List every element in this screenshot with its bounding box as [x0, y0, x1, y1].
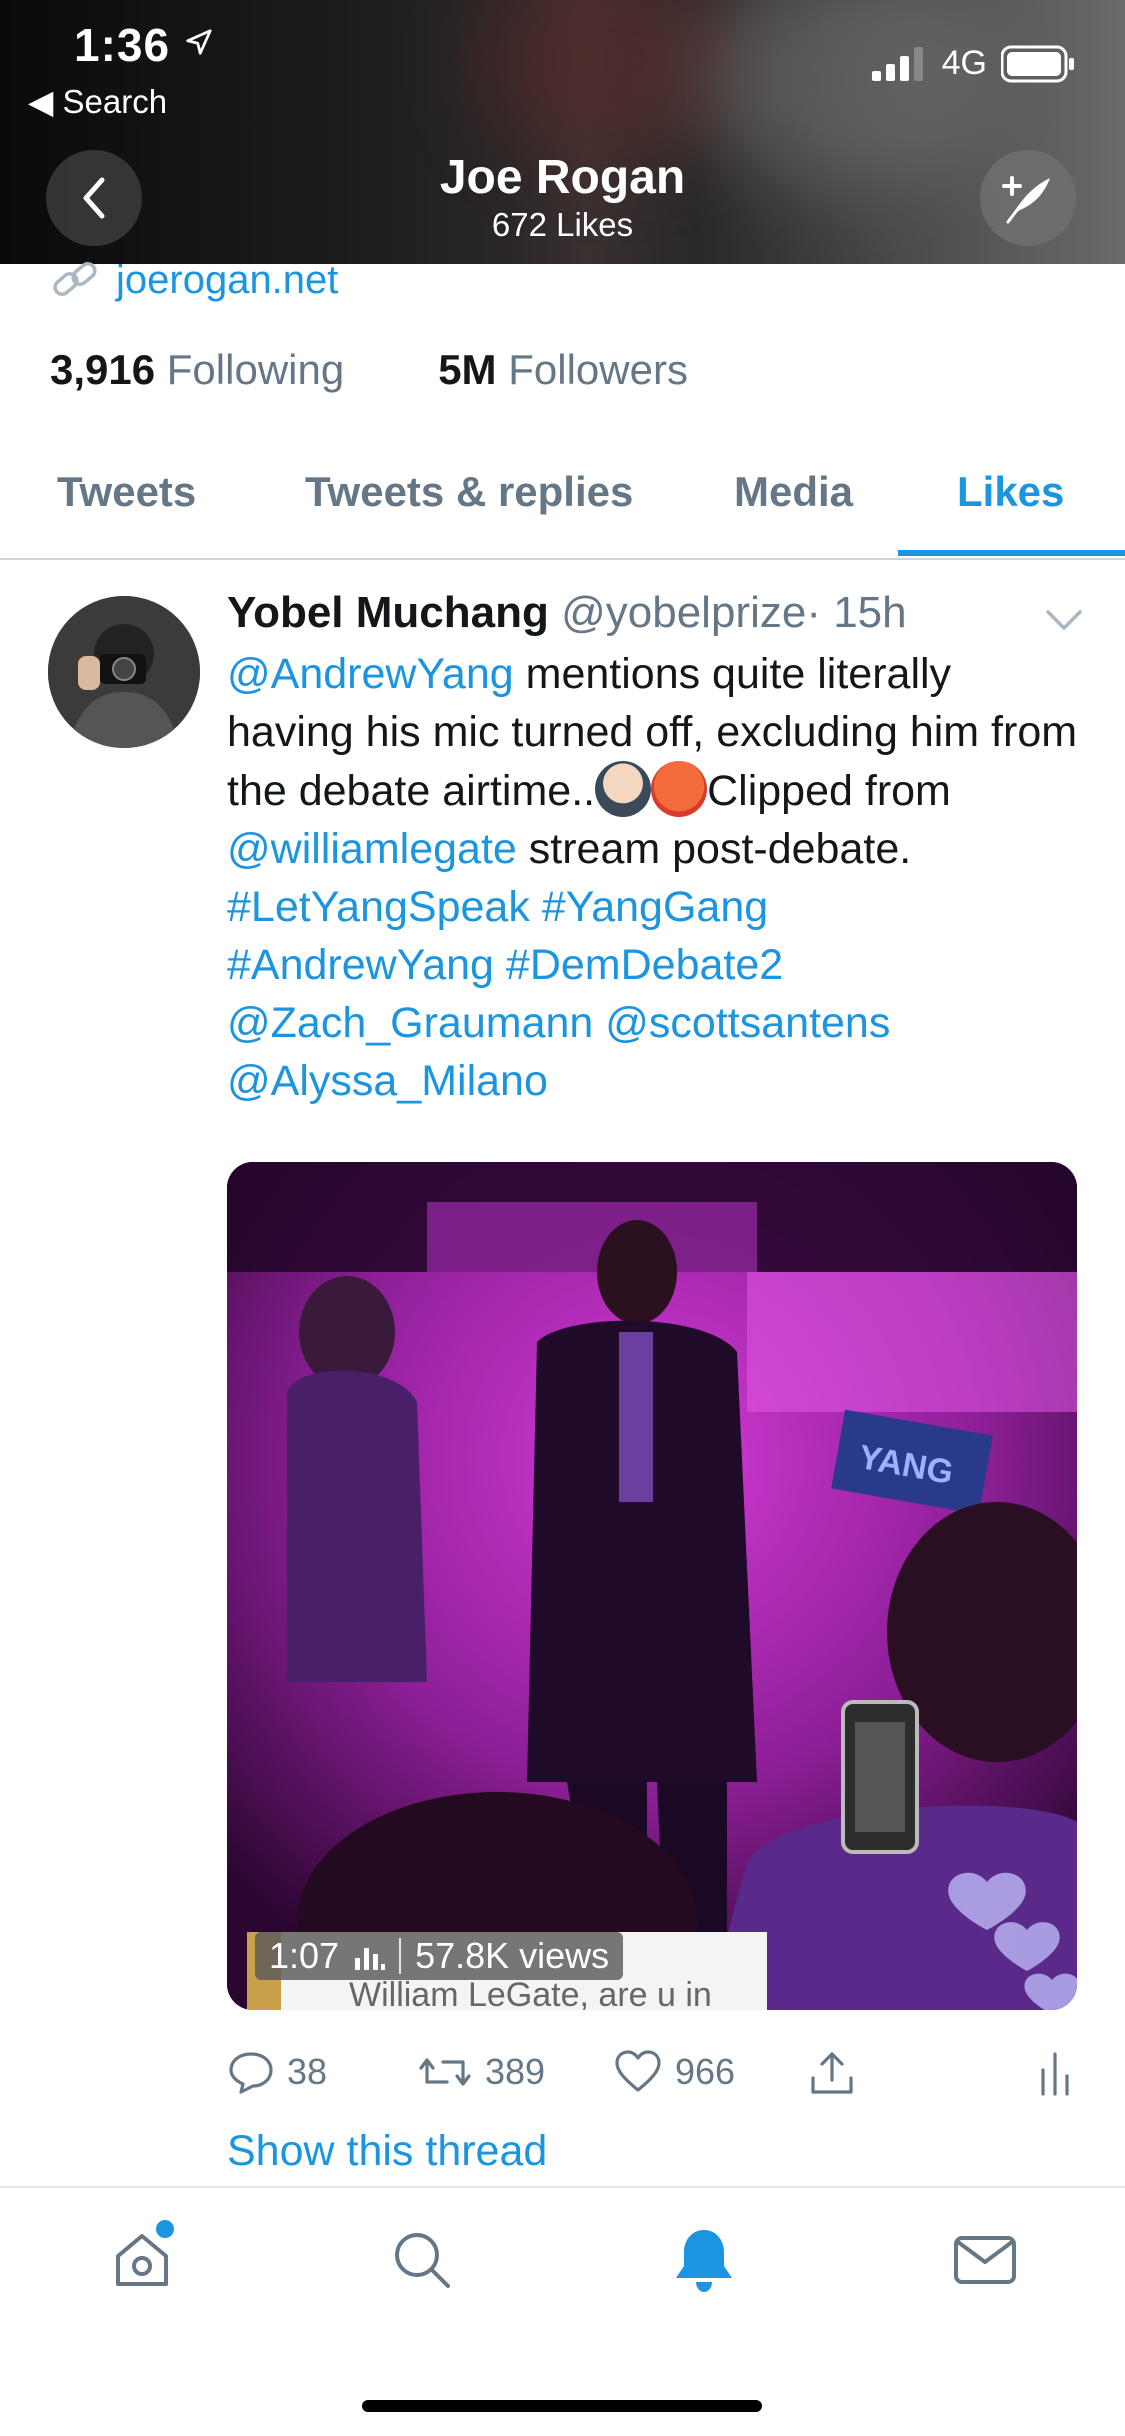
new-content-dot [156, 2220, 174, 2238]
nav-search[interactable] [390, 2228, 454, 2297]
mention-alyssa-milano[interactable]: @Alyssa_Milano [227, 1057, 548, 1105]
tweet-text-space [593, 999, 605, 1047]
tab-media[interactable]: Media [734, 468, 853, 516]
website-link[interactable]: joerogan.net [116, 258, 338, 303]
battery-icon [1001, 45, 1074, 82]
followers-stat[interactable]: 5M Followers [438, 346, 688, 394]
bell-icon [676, 2230, 732, 2292]
analytics-icon [1041, 2052, 1069, 2096]
signal-icon [871, 46, 923, 81]
hashtag-andrewyang[interactable]: #AndrewYang [227, 941, 494, 989]
avatar-photo [48, 596, 200, 748]
tab-tweets-replies[interactable]: Tweets & replies [305, 468, 633, 516]
analytics-button[interactable] [1037, 2048, 1077, 2098]
tweet-text-part: stream post-debate. [516, 825, 912, 873]
show-thread-link[interactable]: Show this thread [227, 2127, 547, 2176]
follow-stats: 3,916 Following 5M Followers [50, 346, 688, 394]
tab-tweets[interactable]: Tweets [57, 468, 196, 516]
tweet-header: Yobel Muchang @yobelprize· 15h [227, 588, 907, 638]
hashtag-letyangspeak[interactable]: #LetYangSpeak [227, 883, 530, 931]
location-arrow-icon [186, 29, 212, 55]
tweet-text-space [530, 883, 542, 931]
profile-header: 1:36 ◀ Search 4G Joe Rogan 672 Likes [0, 0, 1125, 264]
following-stat[interactable]: 3,916 Following [50, 346, 344, 394]
share-button[interactable] [807, 2048, 857, 2098]
video-duration: 1:07 [269, 1935, 340, 1976]
nav-notifications[interactable] [672, 2226, 736, 2299]
retweet-button[interactable]: 389 [417, 2048, 545, 2096]
facepalm-emoji-icon [595, 761, 652, 817]
retweet-count: 389 [485, 2051, 546, 2092]
link-icon [53, 261, 97, 296]
network-label: 4G [941, 44, 987, 82]
hashtag-yanggang[interactable]: #YangGang [542, 883, 768, 931]
tweet-text-part: Clipped from [707, 767, 951, 815]
like-button[interactable]: 966 [613, 2048, 735, 2096]
mail-icon [954, 2236, 1016, 2284]
active-tab-indicator [898, 550, 1125, 556]
overlay-divider [399, 1938, 402, 1974]
home-indicator [362, 2400, 762, 2412]
retweet-icon [419, 2058, 471, 2086]
likes-count: 672 Likes [491, 206, 634, 243]
author-name[interactable]: Yobel Muchang [227, 588, 549, 637]
search-icon [395, 2233, 450, 2288]
mention-scottsantens[interactable]: @scottsantens [605, 999, 890, 1047]
back-to-search[interactable]: ◀ Search [28, 82, 167, 121]
heart-icon [615, 2050, 661, 2092]
tweet-time: · 15h [806, 588, 907, 637]
profile-website[interactable]: joerogan.net [50, 258, 338, 303]
views-bars-icon [355, 1948, 386, 1970]
status-time: 1:36 [74, 18, 214, 72]
reply-icon [229, 2052, 273, 2094]
profile-name: Joe Rogan [439, 151, 686, 204]
angry-face-emoji-icon [651, 761, 708, 817]
tweet-text-space [494, 941, 506, 989]
video-frame: YANG [227, 1162, 1077, 2010]
status-indicators: 4G [871, 44, 1075, 83]
nav-messages[interactable] [952, 2228, 1018, 2297]
bottom-tab-bar [0, 2186, 1125, 2436]
tweet-actions: 38 389 966 [227, 2040, 1077, 2110]
tweet-video[interactable]: YANG 1:07 57.8K views William LeGate, ar… [227, 1162, 1077, 2010]
chevron-down-icon[interactable] [1044, 608, 1084, 632]
mention-williamlegate[interactable]: @williamlegate [227, 825, 517, 873]
mention-zach-graumann[interactable]: @Zach_Graumann [227, 999, 593, 1047]
like-count: 966 [675, 2051, 736, 2092]
quill-compose-icon [1002, 176, 1050, 224]
author-handle[interactable]: @yobelprize [561, 588, 806, 637]
reply-count: 38 [287, 2051, 328, 2092]
profile-tabs: Tweets Tweets & replies Media Likes [0, 460, 1125, 560]
avatar[interactable] [48, 596, 200, 748]
share-icon [811, 2052, 853, 2094]
video-caption: William LeGate, are u in [349, 1976, 712, 2010]
video-overlay: 1:07 57.8K views [255, 1932, 624, 1980]
mention-andrewyang[interactable]: @AndrewYang [227, 650, 514, 698]
nav-home[interactable] [110, 2220, 174, 2297]
tab-likes[interactable]: Likes [957, 468, 1064, 516]
reply-button[interactable]: 38 [227, 2048, 327, 2096]
compose-tweet-button[interactable] [980, 150, 1076, 246]
tweet-text: @AndrewYang mentions quite literally hav… [227, 645, 1087, 1110]
hashtag-demdebate2[interactable]: #DemDebate2 [506, 941, 783, 989]
video-views: 57.8K views [415, 1935, 610, 1976]
